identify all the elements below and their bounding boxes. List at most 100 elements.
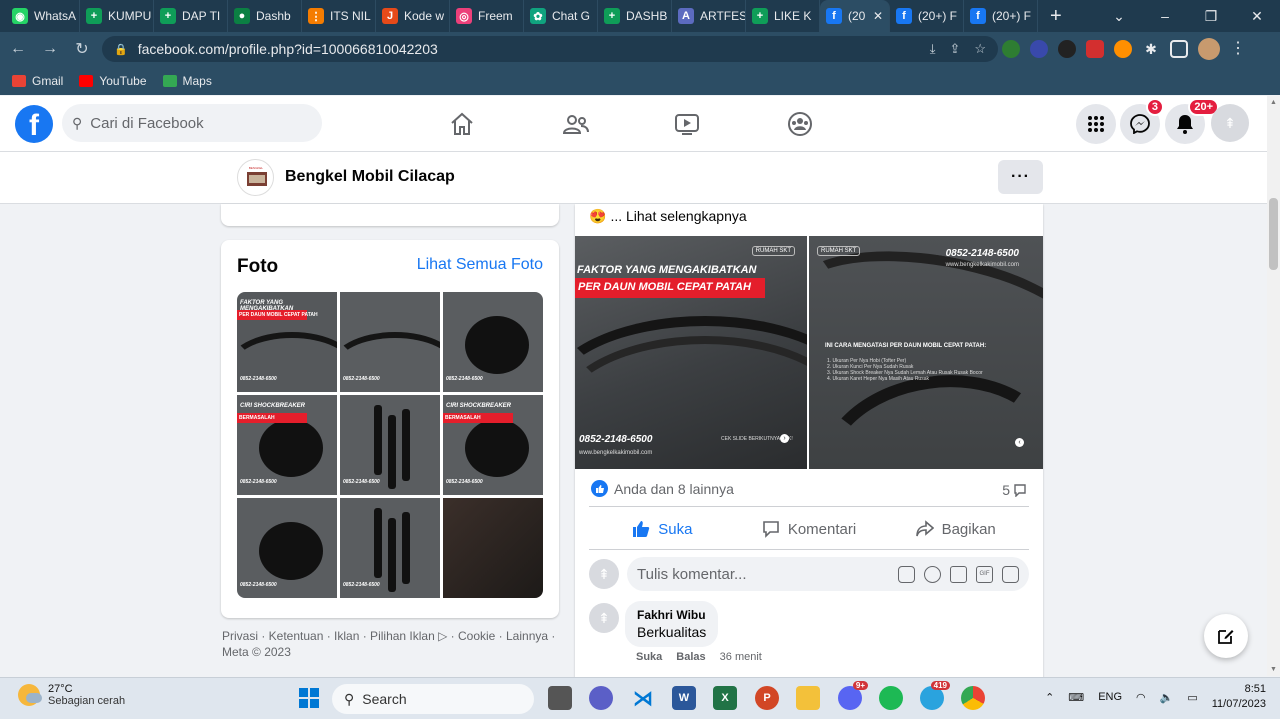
clock[interactable]: 8:51 11/07/2023 xyxy=(1212,682,1266,712)
watch-nav-icon[interactable] xyxy=(667,106,707,142)
comment-author[interactable]: Fakhri Wibu xyxy=(637,608,706,622)
gif-icon[interactable]: GIF xyxy=(976,565,993,583)
photo-thumbnail[interactable]: 0852-2148-6500 xyxy=(443,292,543,392)
commenter-avatar[interactable]: ⇞ xyxy=(589,603,619,633)
browser-tab[interactable]: + DASHB xyxy=(598,0,672,32)
see-more-link[interactable]: 😍... Lihat selengkapnya xyxy=(589,208,747,225)
extension-blue-icon[interactable] xyxy=(1030,40,1048,58)
telegram-icon[interactable]: 419 xyxy=(920,681,950,710)
photo-thumbnail[interactable]: 0852-2148-6500 xyxy=(340,498,440,598)
restore-button[interactable]: ❐ xyxy=(1188,8,1234,25)
extension-green-icon[interactable] xyxy=(1002,40,1020,58)
language-indicator[interactable]: ENG xyxy=(1098,691,1122,703)
teams-chat-icon[interactable] xyxy=(589,686,613,710)
browser-tab[interactable]: J Kode w xyxy=(376,0,450,32)
discord-icon[interactable]: 9+ xyxy=(838,681,868,710)
see-all-photos-link[interactable]: Lihat Semua Foto xyxy=(417,256,543,274)
facebook-search-input[interactable]: ⚲ Cari di Facebook xyxy=(62,104,322,142)
volume-icon[interactable]: 🔈 xyxy=(1160,691,1174,704)
page-avatar[interactable]: BENGKEL xyxy=(237,159,274,196)
keyboard-icon[interactable]: ⌨ xyxy=(1068,691,1084,704)
groups-nav-icon[interactable] xyxy=(780,106,820,142)
more-options-button[interactable]: ··· xyxy=(998,160,1043,194)
new-message-button[interactable] xyxy=(1204,614,1248,658)
page-scrollbar[interactable]: ▲ ▼ xyxy=(1267,96,1280,676)
weather-widget[interactable]: 27°C Sebagian cerah xyxy=(18,683,125,707)
word-icon[interactable]: W xyxy=(672,686,696,710)
new-tab-button[interactable]: + xyxy=(1050,5,1062,28)
browser-tab[interactable]: A ARTFES xyxy=(672,0,746,32)
forward-button[interactable]: → xyxy=(36,40,64,58)
emoji-icon[interactable] xyxy=(924,565,941,583)
camera-icon[interactable] xyxy=(950,565,967,583)
friends-nav-icon[interactable] xyxy=(556,106,596,142)
browser-tab[interactable]: ● Dashb xyxy=(228,0,302,32)
scroll-up-arrow-icon[interactable]: ▲ xyxy=(1269,99,1278,106)
browser-tab[interactable]: ✿ Chat G xyxy=(524,0,598,32)
share-button[interactable]: Bagikan xyxy=(882,511,1029,547)
comment-input[interactable]: Tulis komentar... GIF xyxy=(627,557,1029,591)
avatar-sticker-icon[interactable] xyxy=(898,565,915,583)
file-explorer-icon[interactable] xyxy=(796,686,820,710)
photo-thumbnail[interactable]: CIRI SHOCKBREAKER BERMASALAH 0852-2148-650… xyxy=(443,395,543,495)
vscode-icon[interactable]: ⋊ xyxy=(631,686,655,710)
photo-thumbnail[interactable]: 0852-2148-6500 xyxy=(340,292,440,392)
browser-tab[interactable]: f (20+) F xyxy=(890,0,964,32)
scrollbar-thumb[interactable] xyxy=(1269,198,1278,270)
browser-tab[interactable]: ◉ WhatsA xyxy=(6,0,80,32)
tray-overflow-icon[interactable]: ⌃ xyxy=(1045,691,1054,704)
browser-tab[interactable]: + DAP TI xyxy=(154,0,228,32)
like-button[interactable]: Suka xyxy=(589,511,736,547)
post-image-2[interactable]: RUMAH SKT 0852-2148-6500 www.bengkelkaki… xyxy=(809,236,1043,469)
post-image-1[interactable]: RUMAH SKT FAKTOR YANG MENGAKIBATKAN PER … xyxy=(575,236,807,469)
address-bar[interactable]: 🔒 facebook.com/profile.php?id=1000668100… xyxy=(102,36,998,62)
browser-tab[interactable]: + LIKE K xyxy=(746,0,820,32)
close-window-button[interactable]: ✕ xyxy=(1234,8,1280,25)
start-windows-icon[interactable] xyxy=(297,686,321,710)
photo-thumbnail[interactable]: FAKTOR YANG MENGAKIBATKAN PER DAUN MOBIL … xyxy=(237,292,337,392)
browser-tab[interactable]: ◎ Freem xyxy=(450,0,524,32)
profile-avatar[interactable] xyxy=(1198,38,1220,60)
comments-count[interactable]: 5 xyxy=(1002,482,1027,498)
browser-tab[interactable]: + KUMPU xyxy=(80,0,154,32)
scroll-down-arrow-icon[interactable]: ▼ xyxy=(1269,666,1278,673)
photo-thumbnail[interactable] xyxy=(443,498,543,598)
menu-grid-button[interactable] xyxy=(1076,104,1116,144)
page-name[interactable]: Bengkel Mobil Cilacap xyxy=(285,168,455,186)
extension-orange-icon[interactable] xyxy=(1114,40,1132,58)
comment-button[interactable]: Komentari xyxy=(736,511,883,547)
battery-icon[interactable]: ▭ xyxy=(1187,691,1197,704)
bookmark-youtube[interactable]: YouTube xyxy=(79,74,147,88)
bookmark-star-icon[interactable]: ☆ xyxy=(974,41,986,57)
close-tab-icon[interactable]: ✕ xyxy=(873,9,883,23)
extension-dark-icon[interactable] xyxy=(1058,40,1076,58)
comment-time[interactable]: 36 menit xyxy=(720,651,762,663)
bookmark-maps[interactable]: Maps xyxy=(162,74,212,88)
messenger-button[interactable]: 3 xyxy=(1120,98,1164,144)
lock-icon[interactable]: 🔒 xyxy=(114,43,128,56)
photo-thumbnail[interactable]: CIRI SHOCKBREAKER BERMASALAH 0852-2148-650… xyxy=(237,395,337,495)
browser-tab[interactable]: ⋮ ITS NIL xyxy=(302,0,376,32)
comment-like-link[interactable]: Suka xyxy=(636,651,662,663)
account-avatar[interactable]: ⇞ xyxy=(1211,104,1249,142)
reload-button[interactable]: ↻ xyxy=(68,39,96,59)
excel-icon[interactable]: X xyxy=(713,686,737,710)
minimize-button[interactable]: – xyxy=(1142,8,1188,24)
photo-thumbnail[interactable]: 0852-2148-6500 xyxy=(237,498,337,598)
home-nav-icon[interactable] xyxy=(442,106,482,142)
taskbar-search[interactable]: ⚲ Search xyxy=(332,684,534,714)
browser-tab[interactable]: f (20 ✕ xyxy=(820,0,890,32)
reactions-summary[interactable]: Anda dan 8 lainnya xyxy=(591,480,734,497)
notifications-button[interactable]: 20+ xyxy=(1165,98,1219,144)
chrome-menu-icon[interactable]: ⋮ xyxy=(1230,40,1246,58)
wifi-icon[interactable]: ◠ xyxy=(1136,691,1146,704)
powerpoint-icon[interactable]: P xyxy=(755,686,779,710)
comment-reply-link[interactable]: Balas xyxy=(676,651,705,663)
spotify-icon[interactable] xyxy=(879,686,903,710)
back-button[interactable]: ← xyxy=(4,40,32,58)
share-icon[interactable]: ⇪ xyxy=(949,41,960,57)
extensions-puzzle-icon[interactable]: ✱ xyxy=(1142,40,1160,58)
page-footer-links[interactable]: Privasi · Ketentuan · Iklan · Pilihan Ik… xyxy=(222,628,562,660)
sidepanel-icon[interactable] xyxy=(1170,40,1188,58)
chrome-icon[interactable] xyxy=(961,686,985,710)
